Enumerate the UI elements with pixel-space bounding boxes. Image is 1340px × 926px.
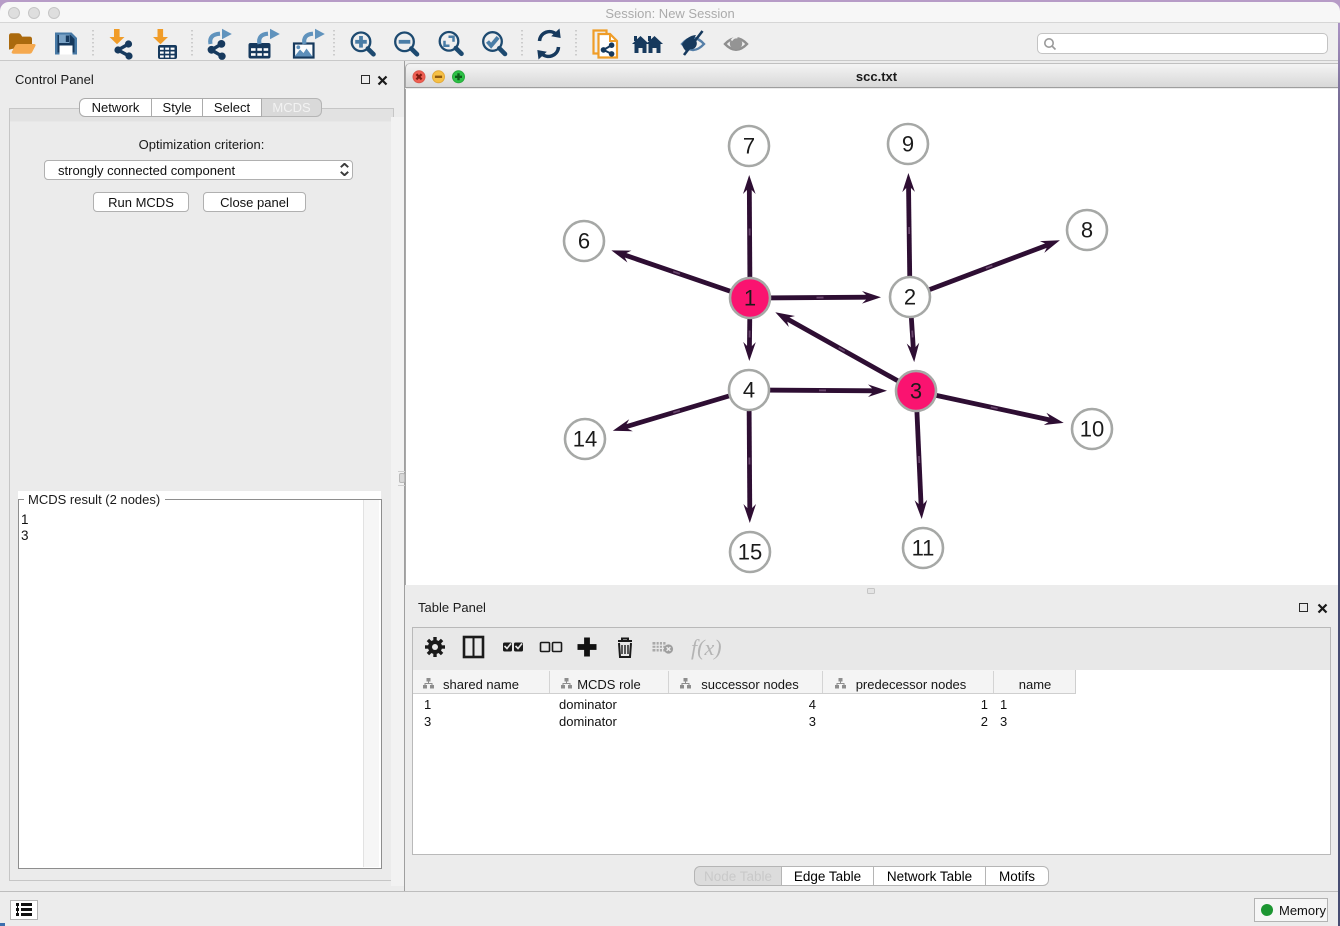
svg-text:3: 3 <box>910 379 922 404</box>
svg-text:9: 9 <box>902 132 914 157</box>
svg-text:8: 8 <box>1081 218 1093 243</box>
svg-text:14: 14 <box>573 427 597 452</box>
svg-text:10: 10 <box>1080 417 1104 442</box>
svg-text:7: 7 <box>743 134 755 159</box>
svg-text:1: 1 <box>744 286 756 311</box>
svg-text:2: 2 <box>904 285 916 310</box>
svg-text:6: 6 <box>578 229 590 254</box>
svg-text:4: 4 <box>743 378 755 403</box>
svg-text:15: 15 <box>738 540 762 565</box>
svg-text:f(x): f(x) <box>691 635 722 660</box>
svg-text:11: 11 <box>912 536 935 561</box>
